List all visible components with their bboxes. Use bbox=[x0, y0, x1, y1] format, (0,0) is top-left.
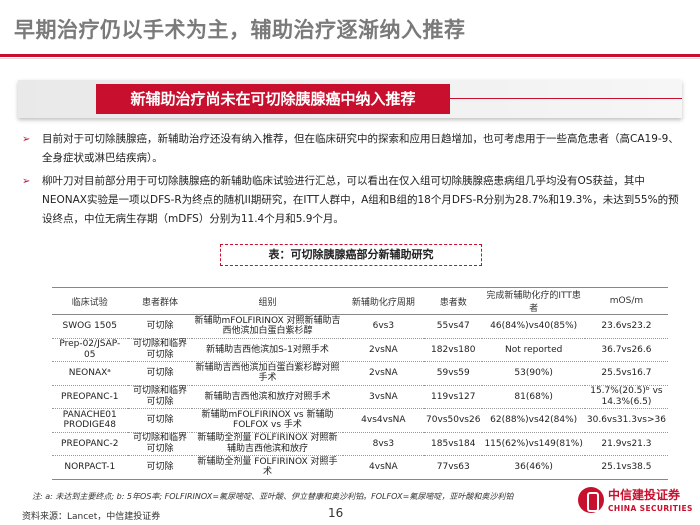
section-banner-title: 新辅助治疗尚未在可切除胰腺癌中纳入推荐 bbox=[96, 84, 450, 114]
table-row: Prep-02/JSAP-05 可切除和临界可切除 新辅助吉西他滨加S-1对照手… bbox=[52, 338, 668, 362]
table-row: PREOPANC-1 可切除和临界可切除 新辅助吉西他滨和放疗对照手术 3vsN… bbox=[52, 385, 668, 409]
cell-cycles: 3vsNA bbox=[369, 391, 398, 402]
arrow-bullet-icon: ➢ bbox=[22, 134, 31, 145]
table-row: PREOPANC-2 可切除和临界可切除 新辅助全剂量 FOLFIRINOX 对… bbox=[52, 432, 668, 456]
cell-trial: NEONAXᵃ bbox=[68, 368, 111, 378]
bullet-text: 柳叶刀对目前部分用于可切除胰腺癌的新辅助临床试验进行汇总，可以看出在仅入组可切除… bbox=[42, 175, 679, 225]
cell-mos: 30.6vs31.3vs>36 bbox=[586, 415, 666, 425]
table-row: NEONAXᵃ 可切除 新辅助吉西他滨加白蛋白紫杉醇对照手术 2vsNA 59v… bbox=[52, 362, 668, 385]
cell-arms: 新辅助吉西他滨和放疗对照手术 bbox=[204, 391, 331, 402]
cell-population: 可切除 bbox=[146, 462, 174, 472]
page-number: 16 bbox=[328, 506, 344, 520]
company-logo: 中信建投证券 CHINA SECURITIES bbox=[578, 484, 693, 520]
cell-mos: 25.1vs38.5 bbox=[601, 462, 652, 472]
col-header-population: 患者群体 bbox=[141, 297, 178, 308]
col-header-cycles: 新辅助化疗周期 bbox=[351, 297, 415, 308]
bullet-list: ➢ 目前对于可切除胰腺癌，新辅助治疗还没有纳入推荐，但在临床研究中的探索和应用日… bbox=[22, 130, 682, 233]
cell-trial: PREOPANC-2 bbox=[61, 438, 119, 449]
cell-mos: 23.6vs23.2 bbox=[601, 321, 652, 331]
cell-cycles: 8vs3 bbox=[372, 438, 395, 449]
cell-population: 可切除 bbox=[146, 321, 174, 331]
cell-patients: 185vs184 bbox=[431, 438, 476, 449]
cell-trial: NORPACT-1 bbox=[64, 462, 116, 472]
cell-trial: SWOG 1505 bbox=[62, 321, 117, 331]
logo-name-en: CHINA SECURITIES bbox=[608, 504, 693, 513]
cell-population: 可切除 bbox=[146, 368, 174, 378]
cell-completed: 115(62%)vs149(81%) bbox=[484, 438, 583, 449]
cell-cycles: 2vsNA bbox=[369, 368, 398, 378]
cell-completed: 36(46%) bbox=[514, 462, 553, 472]
bullet-item: ➢ 柳叶刀对目前部分用于可切除胰腺癌的新辅助临床试验进行汇总，可以看出在仅入组可… bbox=[22, 172, 682, 229]
cell-population: 可切除和临界可切除 bbox=[132, 386, 187, 407]
page-title: 早期治疗仍以手术为主，辅助治疗逐渐纳入推荐 bbox=[14, 18, 466, 42]
cell-patients: 182vs180 bbox=[431, 344, 476, 355]
table-row: SWOG 1505 可切除 新辅助mFOLFIRINOX 对照新辅助吉西他滨加白… bbox=[52, 315, 668, 338]
cell-completed: 62(88%)vs42(84%) bbox=[490, 415, 578, 425]
cell-arms: 新辅助吉西他滨加白蛋白紫杉醇对照手术 bbox=[195, 362, 340, 384]
cell-completed: 53(90%) bbox=[514, 368, 553, 378]
cell-arms: 新辅助mFOLFIRINOX 对照新辅助吉西他滨加白蛋白紫杉醇 bbox=[194, 315, 341, 337]
cell-patients: 70vs50vs26 bbox=[426, 415, 481, 425]
cell-population: 可切除和临界可切除 bbox=[132, 339, 187, 360]
cell-mos: 36.7vs26.6 bbox=[601, 344, 652, 355]
title-divider bbox=[0, 54, 700, 57]
cell-cycles: 4vsNA bbox=[369, 462, 398, 472]
cell-population: 可切除 bbox=[146, 415, 174, 425]
cell-arms: 新辅助吉西他滨加S-1对照手术 bbox=[206, 344, 329, 355]
col-header-trial: 临床试验 bbox=[71, 297, 108, 308]
col-header-arms: 组别 bbox=[258, 297, 277, 308]
col-header-completed: 完成新辅助化疗的ITT患者 bbox=[486, 291, 581, 314]
table-header-row: 临床试验 患者群体 组别 新辅助化疗周期 患者数 完成新辅助化疗的ITT患者 m… bbox=[52, 287, 668, 315]
source-text: 资料来源：Lancet，中信建投证券 bbox=[22, 512, 161, 522]
cell-completed: 81(68%) bbox=[514, 391, 553, 402]
cell-cycles: 6vs3 bbox=[372, 321, 395, 331]
table-caption-box: 表：可切除胰腺癌部分新辅助研究 bbox=[220, 244, 482, 266]
table-row: NORPACT-1 可切除 新辅助全剂量 FOLFIRINOX 对照手术 4vs… bbox=[52, 456, 668, 479]
title-divider-thin bbox=[0, 58, 700, 59]
cell-patients: 77vs63 bbox=[436, 462, 470, 472]
bullet-text: 目前对于可切除胰腺癌，新辅助治疗还没有纳入推荐，但在临床研究中的探索和应用日趋增… bbox=[42, 133, 679, 164]
cell-patients: 55vs47 bbox=[436, 321, 470, 331]
logo-name-cn: 中信建投证券 bbox=[608, 488, 681, 502]
cell-completed: 46(84%)vs40(85%) bbox=[490, 321, 578, 331]
cell-trial: Prep-02/JSAP-05 bbox=[59, 339, 121, 360]
arrow-bullet-icon: ➢ bbox=[22, 176, 31, 187]
col-header-patients: 患者数 bbox=[439, 297, 467, 308]
table-row: PANACHE01 PRODIGE48 可切除 新辅助mFOLFIRINOX v… bbox=[52, 409, 668, 432]
cell-completed: Not reported bbox=[504, 344, 563, 355]
cell-mos: 25.5vs16.7 bbox=[601, 368, 652, 378]
banner-line bbox=[450, 98, 682, 99]
cell-cycles: 4vs4vsNA bbox=[361, 415, 406, 425]
cell-arms: 新辅助全剂量 FOLFIRINOX 对照手术 bbox=[197, 456, 338, 478]
cell-population: 可切除和临界可切除 bbox=[132, 433, 187, 454]
cell-trial: PREOPANC-1 bbox=[61, 391, 119, 402]
cell-patients: 59vs59 bbox=[436, 368, 470, 378]
cell-mos: 21.9vs21.3 bbox=[601, 438, 652, 449]
cell-cycles: 2vsNA bbox=[369, 344, 398, 355]
table-caption: 表：可切除胰腺癌部分新辅助研究 bbox=[268, 248, 434, 261]
cell-arms: 新辅助mFOLFIRINOX vs 新辅助FOLFOX vs 手术 bbox=[201, 409, 334, 431]
table-note: 注: a: 未达到主要终点; b: 5年OS率; FOLFIRINOX=氟尿嘧啶… bbox=[32, 492, 514, 501]
bullet-item: ➢ 目前对于可切除胰腺癌，新辅助治疗还没有纳入推荐，但在临床研究中的探索和应用日… bbox=[22, 130, 682, 168]
cell-mos: 15.7%(20.5)ᵇ vs 14.3%(6.5) bbox=[590, 386, 663, 407]
section-banner: 新辅助治疗尚未在可切除胰腺癌中纳入推荐 bbox=[18, 80, 682, 118]
trials-table: 临床试验 患者群体 组别 新辅助化疗周期 患者数 完成新辅助化疗的ITT患者 m… bbox=[52, 287, 668, 480]
col-header-mos: mOS/m bbox=[609, 296, 644, 306]
logo-emblem-icon bbox=[578, 487, 604, 513]
cell-patients: 119vs127 bbox=[431, 391, 476, 402]
cell-arms: 新辅助全剂量 FOLFIRINOX 对照新辅助吉西他滨和放疗 bbox=[197, 433, 338, 454]
cell-trial: PANACHE01 PRODIGE48 bbox=[62, 409, 117, 431]
